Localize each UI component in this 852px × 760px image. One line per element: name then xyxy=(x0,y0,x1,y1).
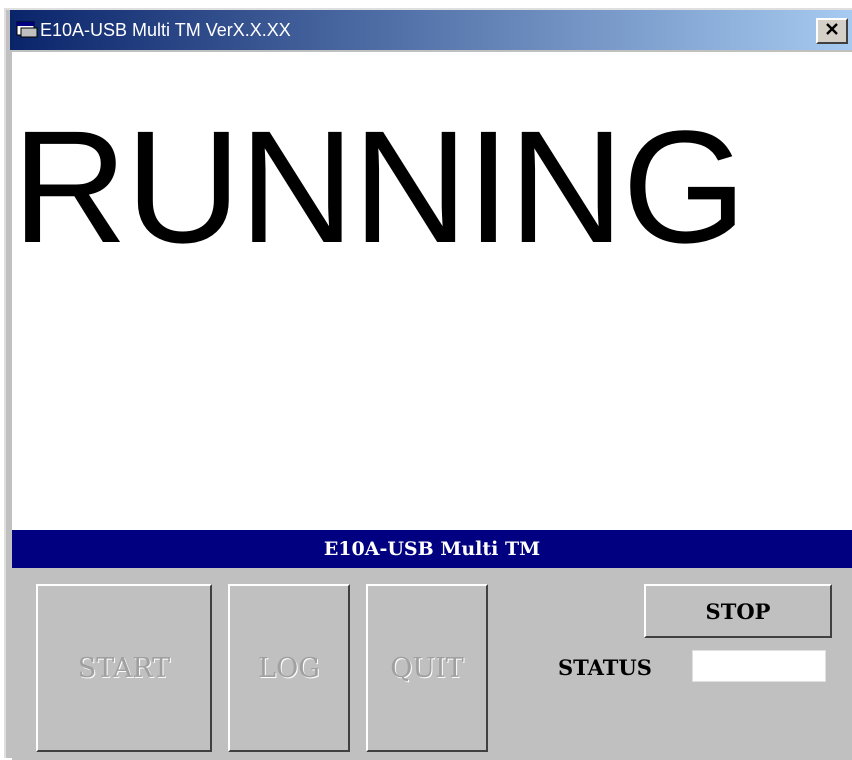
close-button[interactable] xyxy=(816,18,848,44)
status-label: STATUS xyxy=(558,655,652,680)
running-status-text: RUNNING xyxy=(12,97,747,276)
title-bar[interactable]: E10A-USB Multi TM VerX.X.XX xyxy=(10,10,852,50)
control-panel: START LOG QUIT STOP STATUS xyxy=(12,568,852,760)
stop-button[interactable]: STOP xyxy=(644,584,832,638)
status-display: RUNNING xyxy=(12,52,852,530)
app-banner: E10A-USB Multi TM xyxy=(12,530,852,568)
status-field xyxy=(692,650,826,682)
app-window-icon xyxy=(16,20,38,38)
start-button[interactable]: START xyxy=(36,584,212,752)
close-icon xyxy=(825,22,839,41)
quit-button[interactable]: QUIT xyxy=(366,584,488,752)
log-button[interactable]: LOG xyxy=(228,584,350,752)
window-title: E10A-USB Multi TM VerX.X.XX xyxy=(40,20,291,40)
app-window: E10A-USB Multi TM VerX.X.XX RUNNING E10A… xyxy=(4,8,852,760)
